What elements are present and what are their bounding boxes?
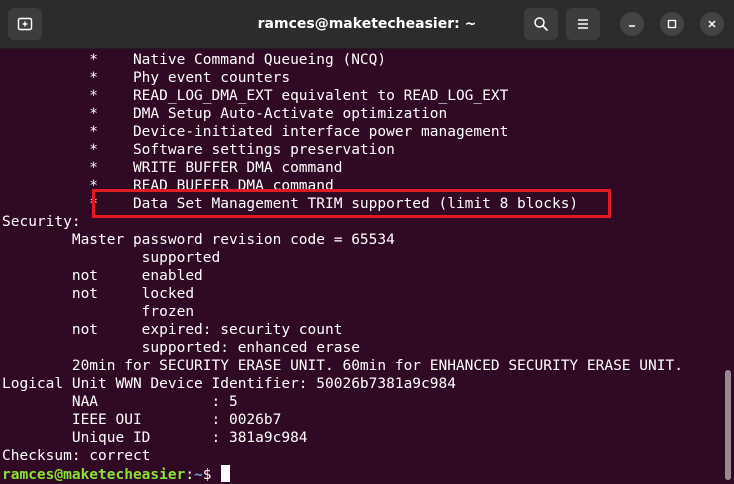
terminal-line: 20min for SECURITY ERASE UNIT. 60min for…: [2, 358, 683, 374]
highlight-annotation-box: [92, 189, 611, 218]
minimize-button[interactable]: [620, 12, 644, 36]
prompt-separator: :: [185, 467, 195, 483]
prompt-symbol: $: [202, 467, 221, 483]
command-prompt[interactable]: ramces@maketecheasier:~$: [2, 465, 231, 483]
scrollbar-thumb[interactable]: [725, 370, 731, 480]
terminal-line: * Software settings preservation: [2, 142, 395, 158]
maximize-icon: [667, 19, 677, 29]
close-button[interactable]: [700, 12, 724, 36]
terminal-line: Unique ID : 381a9c984: [2, 430, 308, 446]
terminal-line: * DMA Setup Auto-Activate optimization: [2, 106, 448, 122]
terminal-line: * Phy event counters: [2, 70, 291, 86]
header-bar: ramces@maketecheasier: ~: [0, 0, 734, 49]
terminal-line: NAA : 5: [2, 394, 238, 410]
terminal-line: Checksum: correct: [2, 448, 151, 464]
terminal-line: supported: [2, 250, 221, 266]
menu-button[interactable]: [566, 8, 600, 40]
prompt-user-host: ramces@maketecheasier: [2, 467, 186, 483]
terminal-line: * Native Command Queueing (NCQ): [2, 52, 387, 68]
terminal-line: not enabled: [2, 268, 203, 284]
terminal-line: * Device-initiated interface power manag…: [2, 124, 509, 140]
terminal-window: ramces@maketecheasier: ~ * Native Comman…: [0, 0, 734, 484]
terminal-line: * WRITE BUFFER DMA command: [2, 160, 343, 176]
terminal-line: * READ_LOG_DMA_EXT equivalent to READ_LO…: [2, 88, 509, 104]
window-title: ramces@maketecheasier: ~: [257, 16, 477, 32]
new-tab-button[interactable]: [8, 8, 42, 40]
maximize-button[interactable]: [660, 12, 684, 36]
terminal-line: IEEE OUI : 0026b7: [2, 412, 282, 428]
text-cursor: [221, 465, 231, 482]
terminal-output[interactable]: * Native Command Queueing (NCQ) * Phy ev…: [0, 48, 724, 484]
terminal-line: supported: enhanced erase: [2, 340, 360, 356]
hamburger-menu-icon: [578, 19, 588, 29]
close-icon: [708, 20, 716, 28]
terminal-line: Master password revision code = 65534: [2, 232, 395, 248]
terminal-line: Security:: [2, 214, 81, 230]
search-icon: [534, 17, 548, 31]
prompt-path: ~: [194, 467, 203, 483]
terminal-line: frozen: [2, 304, 195, 320]
terminal-line: Logical Unit WWN Device Identifier: 5002…: [2, 376, 456, 392]
minimize-icon: [629, 25, 635, 27]
terminal-line: not locked: [2, 286, 195, 302]
terminal-line: not expired: security count: [2, 322, 343, 338]
new-tab-icon: [17, 17, 33, 31]
search-button[interactable]: [524, 8, 558, 40]
scrollbar[interactable]: [724, 48, 734, 484]
